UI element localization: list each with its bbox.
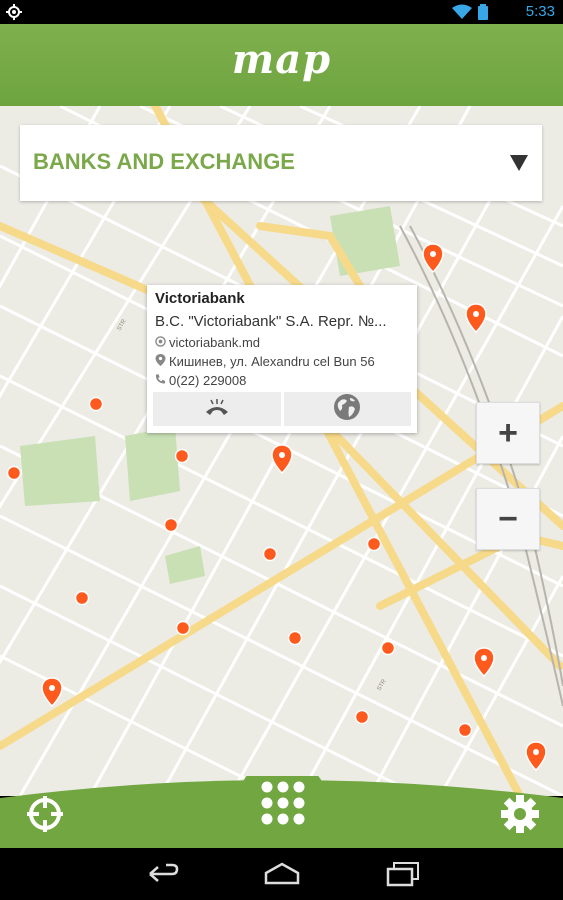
recent-apps-button[interactable]: [386, 861, 420, 887]
address-row: Кишинев, ул. Alexandru cel Bun 56: [155, 354, 375, 369]
recent-apps-icon: [386, 862, 420, 891]
bank-description: B.C. "Victoriabank" S.A. Repr. №...: [155, 313, 387, 330]
zoom-in-button[interactable]: +: [476, 402, 540, 464]
app-header: map: [0, 24, 563, 106]
globe-icon: [333, 393, 361, 426]
link-icon: [155, 335, 166, 350]
phone-icon: [204, 398, 230, 421]
clock: 5:33: [525, 3, 555, 20]
gps-icon: [6, 4, 22, 25]
bank-name: Victoriabank: [155, 290, 245, 307]
settings-button[interactable]: [500, 794, 540, 834]
category-label: BANKS AND EXCHANGE: [33, 149, 295, 174]
battery-icon: [477, 4, 489, 25]
dropdown-arrow-icon: [510, 155, 528, 171]
zoom-out-button[interactable]: −: [476, 488, 540, 550]
svg-text:STR: STR: [377, 678, 389, 692]
crosshair-icon: [25, 796, 65, 838]
page-title: map: [231, 36, 332, 83]
home-icon: [263, 862, 301, 890]
bank-info-popup[interactable]: Victoriabank B.C. "Victoriabank" S.A. Re…: [147, 285, 417, 433]
zoom-out-label: −: [498, 499, 518, 538]
bank-phone: 0(22) 229008: [169, 373, 247, 388]
locate-button[interactable]: [25, 794, 65, 834]
bottom-toolbar: [0, 776, 563, 848]
gear-icon: [500, 795, 540, 838]
menu-grid-button[interactable]: [258, 779, 308, 829]
home-button[interactable]: [263, 862, 301, 886]
wifi-icon: [451, 4, 473, 25]
back-icon: [146, 863, 180, 890]
grid-icon: [258, 781, 308, 833]
bank-website: victoriabank.md: [169, 335, 261, 350]
zoom-in-label: +: [498, 413, 518, 452]
status-bar: 5:33: [0, 0, 563, 24]
call-button[interactable]: [153, 392, 281, 426]
category-dropdown[interactable]: BANKS AND EXCHANGE: [20, 125, 542, 201]
system-navigation-bar: [0, 848, 563, 900]
svg-text:STR: STR: [117, 318, 129, 332]
phone-small-icon: [155, 373, 166, 388]
location-pin-icon: [155, 354, 166, 369]
web-button[interactable]: [283, 392, 411, 426]
back-button[interactable]: [146, 862, 180, 886]
website-row[interactable]: victoriabank.md: [155, 335, 260, 350]
phone-row[interactable]: 0(22) 229008: [155, 373, 246, 388]
bank-address: Кишинев, ул. Alexandru cel Bun 56: [169, 354, 375, 369]
